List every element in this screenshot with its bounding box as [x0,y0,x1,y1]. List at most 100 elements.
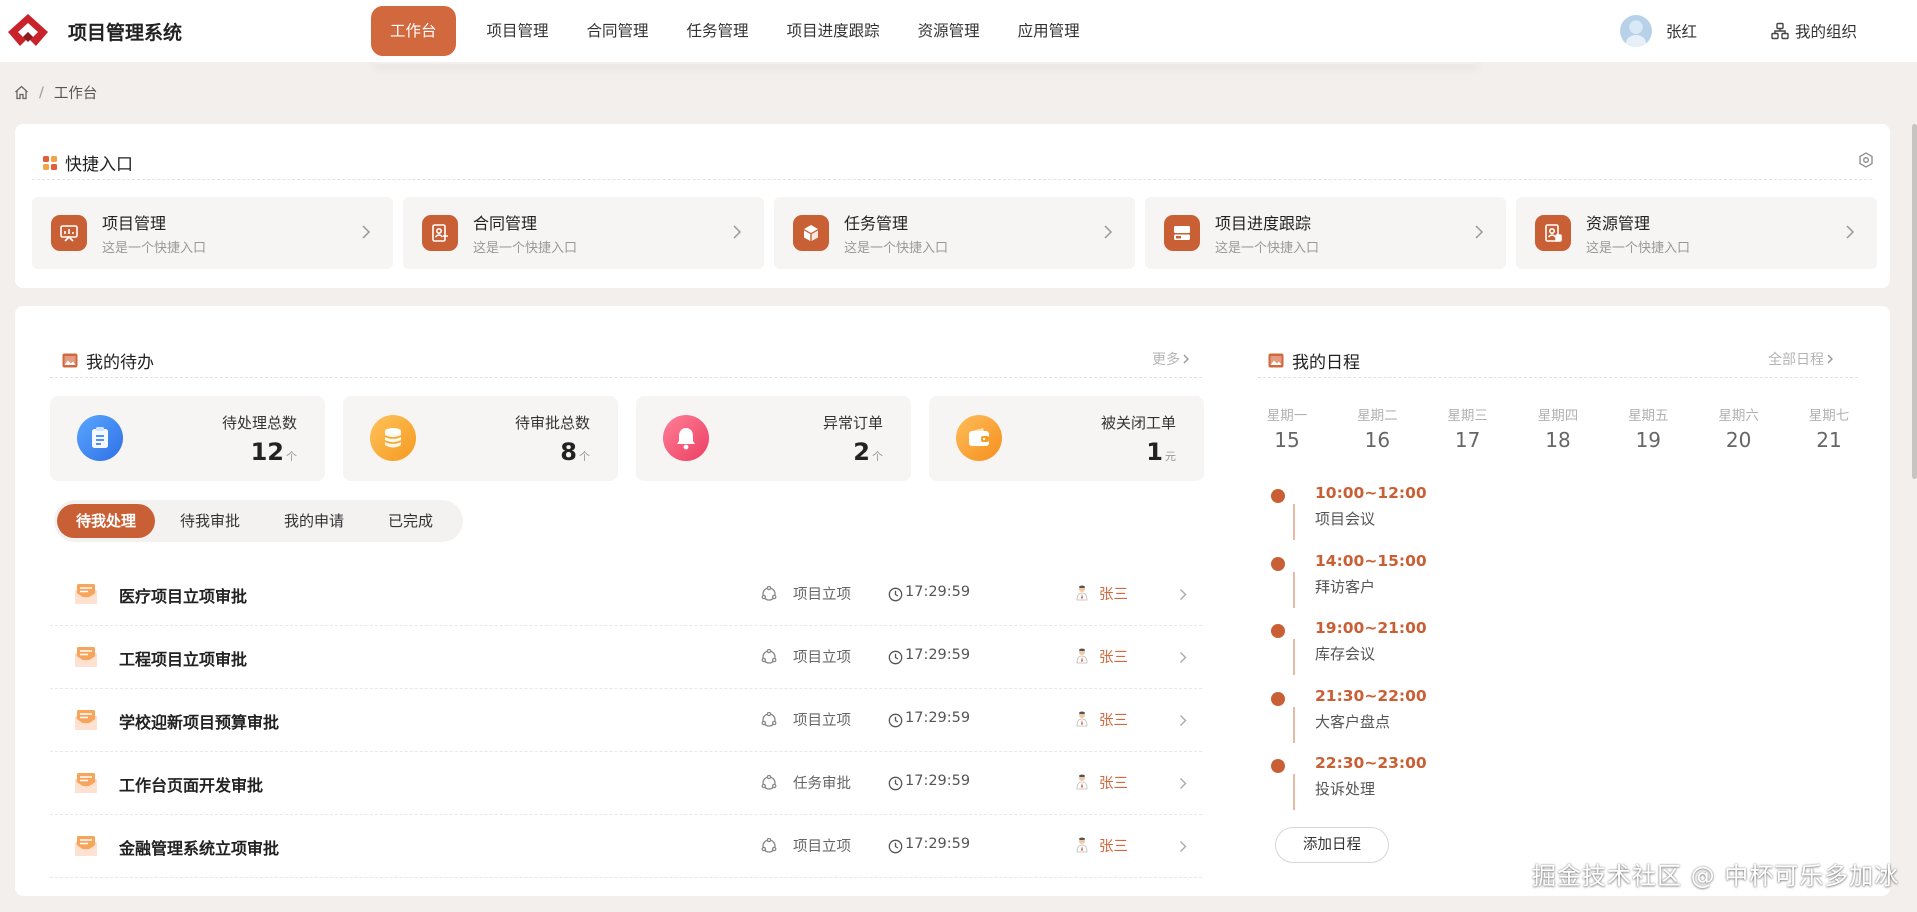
quick-entry-desc: 这是一个快捷入口 [102,241,207,256]
quick-entry-title: 项目管理 [102,214,167,233]
tab-my-pending[interactable]: 待我处理 [57,504,156,538]
schedule-event[interactable]: 21:30~22:00 大客户盘点 [1271,685,1427,753]
nav-item-tasks[interactable]: 任务管理 [668,6,768,56]
chevron-right-icon [1180,652,1187,663]
user-name: 张红 [1666,23,1698,41]
day-cell[interactable]: 星期六 20 [1710,404,1768,452]
row-person[interactable]: 张三 [1099,583,1128,604]
clock-icon [888,776,903,791]
event-title: 项目会议 [1315,510,1376,528]
schedule-event[interactable]: 10:00~12:00 项目会议 [1271,482,1427,550]
day-cell[interactable]: 星期五 19 [1619,404,1677,452]
grid-icon [43,155,57,170]
wallet-icon [956,415,1002,461]
clipboard-icon [77,415,123,461]
row-time: 17:29:59 [905,836,971,852]
clock-icon [888,587,903,602]
schedule-all-link[interactable]: 全部日程 [1768,349,1836,369]
row-type: 项目立项 [793,587,851,603]
tab-completed[interactable]: 已完成 [369,504,452,538]
todo-more-link[interactable]: 更多 [1152,349,1192,369]
quick-entry-desc: 这是一个快捷入口 [1586,241,1691,256]
resource-icon [1535,215,1571,251]
row-type: 项目立项 [793,713,851,729]
nav-shadow [371,56,1481,64]
nav-item-progress[interactable]: 项目进度跟踪 [768,6,899,56]
quick-entry-progress[interactable]: 项目进度跟踪 这是一个快捷入口 [1145,197,1506,269]
home-icon[interactable] [14,85,29,100]
quick-entry-projects[interactable]: 项目管理 这是一个快捷入口 [32,197,393,269]
table-row[interactable]: 工程项目立项审批 项目立项 17:29:59 张三 [50,626,1202,689]
table-row[interactable]: 学校迎新项目预算审批 项目立项 17:29:59 张三 [50,689,1202,752]
settings-icon[interactable] [1858,152,1874,168]
cycle-icon [761,712,777,727]
breadcrumb-separator: / [39,84,44,101]
schedule-all-label: 全部日程 [1768,352,1824,368]
nav-item-projects[interactable]: 项目管理 [468,6,568,56]
cycle-icon [761,586,777,601]
scrollbar[interactable] [1912,124,1917,479]
contract-icon [422,215,458,251]
chevron-right-icon [733,225,742,239]
stat-closed-orders[interactable]: 被关闭工单 1元 [929,396,1204,481]
day-cell[interactable]: 星期三 17 [1439,404,1497,452]
stat-abnormal-orders[interactable]: 异常订单 2个 [636,396,911,481]
chevron-right-icon [1827,354,1833,364]
my-org-button[interactable]: 我的组织 [1771,20,1857,42]
quick-entry-tasks[interactable]: 任务管理 这是一个快捷入口 [774,197,1135,269]
day-cell[interactable]: 星期二 16 [1348,404,1406,452]
table-row[interactable]: 金融管理系统立项审批 项目立项 17:29:59 张三 [50,815,1202,878]
day-cell[interactable]: 星期一 15 [1258,404,1316,452]
nav-item-apps[interactable]: 应用管理 [999,6,1099,56]
progress-icon [1164,215,1200,251]
nav-item-resources[interactable]: 资源管理 [899,6,999,56]
stat-label: 异常订单 [822,414,883,432]
app-title: 项目管理系统 [68,22,183,44]
stat-value: 1元 [1146,438,1176,466]
row-person[interactable]: 张三 [1099,709,1128,730]
stat-label: 待审批总数 [514,414,590,432]
tab-my-approval[interactable]: 待我审批 [161,504,259,538]
week-strip: 星期一 15 星期二 16 星期三 17 星期四 18 星期五 19 星期六 20 星期七 2… [1258,404,1858,452]
schedule-header: 我的日程 [1268,348,1360,373]
event-title: 库存会议 [1315,645,1376,663]
stat-label: 被关闭工单 [1100,414,1176,432]
my-org-label: 我的组织 [1795,23,1858,41]
clock-icon [888,839,903,854]
nav-item-contracts[interactable]: 合同管理 [568,6,668,56]
todo-header: 我的待办 [62,348,154,373]
quick-entry-card: 快捷入口 项目管理 这是一个快捷入口 合同管理 这是一个快捷入口 任务管理 这是… [15,124,1890,288]
cycle-icon [761,649,777,664]
schedule-event[interactable]: 19:00~21:00 库存会议 [1271,617,1427,685]
quick-entry-contracts[interactable]: 合同管理 这是一个快捷入口 [403,197,764,269]
quick-entry-resources[interactable]: 资源管理 这是一个快捷入口 [1516,197,1877,269]
clock-icon [888,713,903,728]
row-person[interactable]: 张三 [1099,646,1128,667]
nav-item-workbench[interactable]: 工作台 [371,6,456,56]
row-person[interactable]: 张三 [1099,772,1128,793]
todo-title: 我的待办 [86,353,154,373]
cube-icon [793,215,829,251]
quick-entry-title: 快捷入口 [65,155,133,175]
day-cell[interactable]: 星期四 18 [1529,404,1587,452]
user-menu[interactable]: 张红 [1620,15,1697,47]
mail-icon [75,647,97,667]
table-row[interactable]: 医疗项目立项审批 项目立项 17:29:59 张三 [50,563,1202,626]
quick-entry-desc: 这是一个快捷入口 [1215,241,1320,256]
chevron-right-icon [1104,225,1113,239]
person-icon [1076,648,1088,664]
row-title: 金融管理系统立项审批 [119,839,280,858]
day-cell[interactable]: 星期七 21 [1800,404,1858,452]
chart-board-icon [51,215,87,251]
add-schedule-button[interactable]: 添加日程 [1275,827,1389,863]
tab-my-requests[interactable]: 我的申请 [265,504,363,538]
stat-approval[interactable]: 待审批总数 8个 [343,396,618,481]
table-row[interactable]: 工作台页面开发审批 任务审批 17:29:59 张三 [50,752,1202,815]
event-time: 19:00~21:00 [1315,619,1427,637]
schedule-event[interactable]: 14:00~15:00 拜访客户 [1271,550,1427,618]
schedule-title: 我的日程 [1292,353,1360,373]
row-person[interactable]: 张三 [1099,835,1128,856]
schedule-event[interactable]: 22:30~23:00 投诉处理 [1271,752,1427,820]
timeline-dot [1271,691,1285,706]
stat-pending[interactable]: 待处理总数 12 个 [50,396,325,481]
